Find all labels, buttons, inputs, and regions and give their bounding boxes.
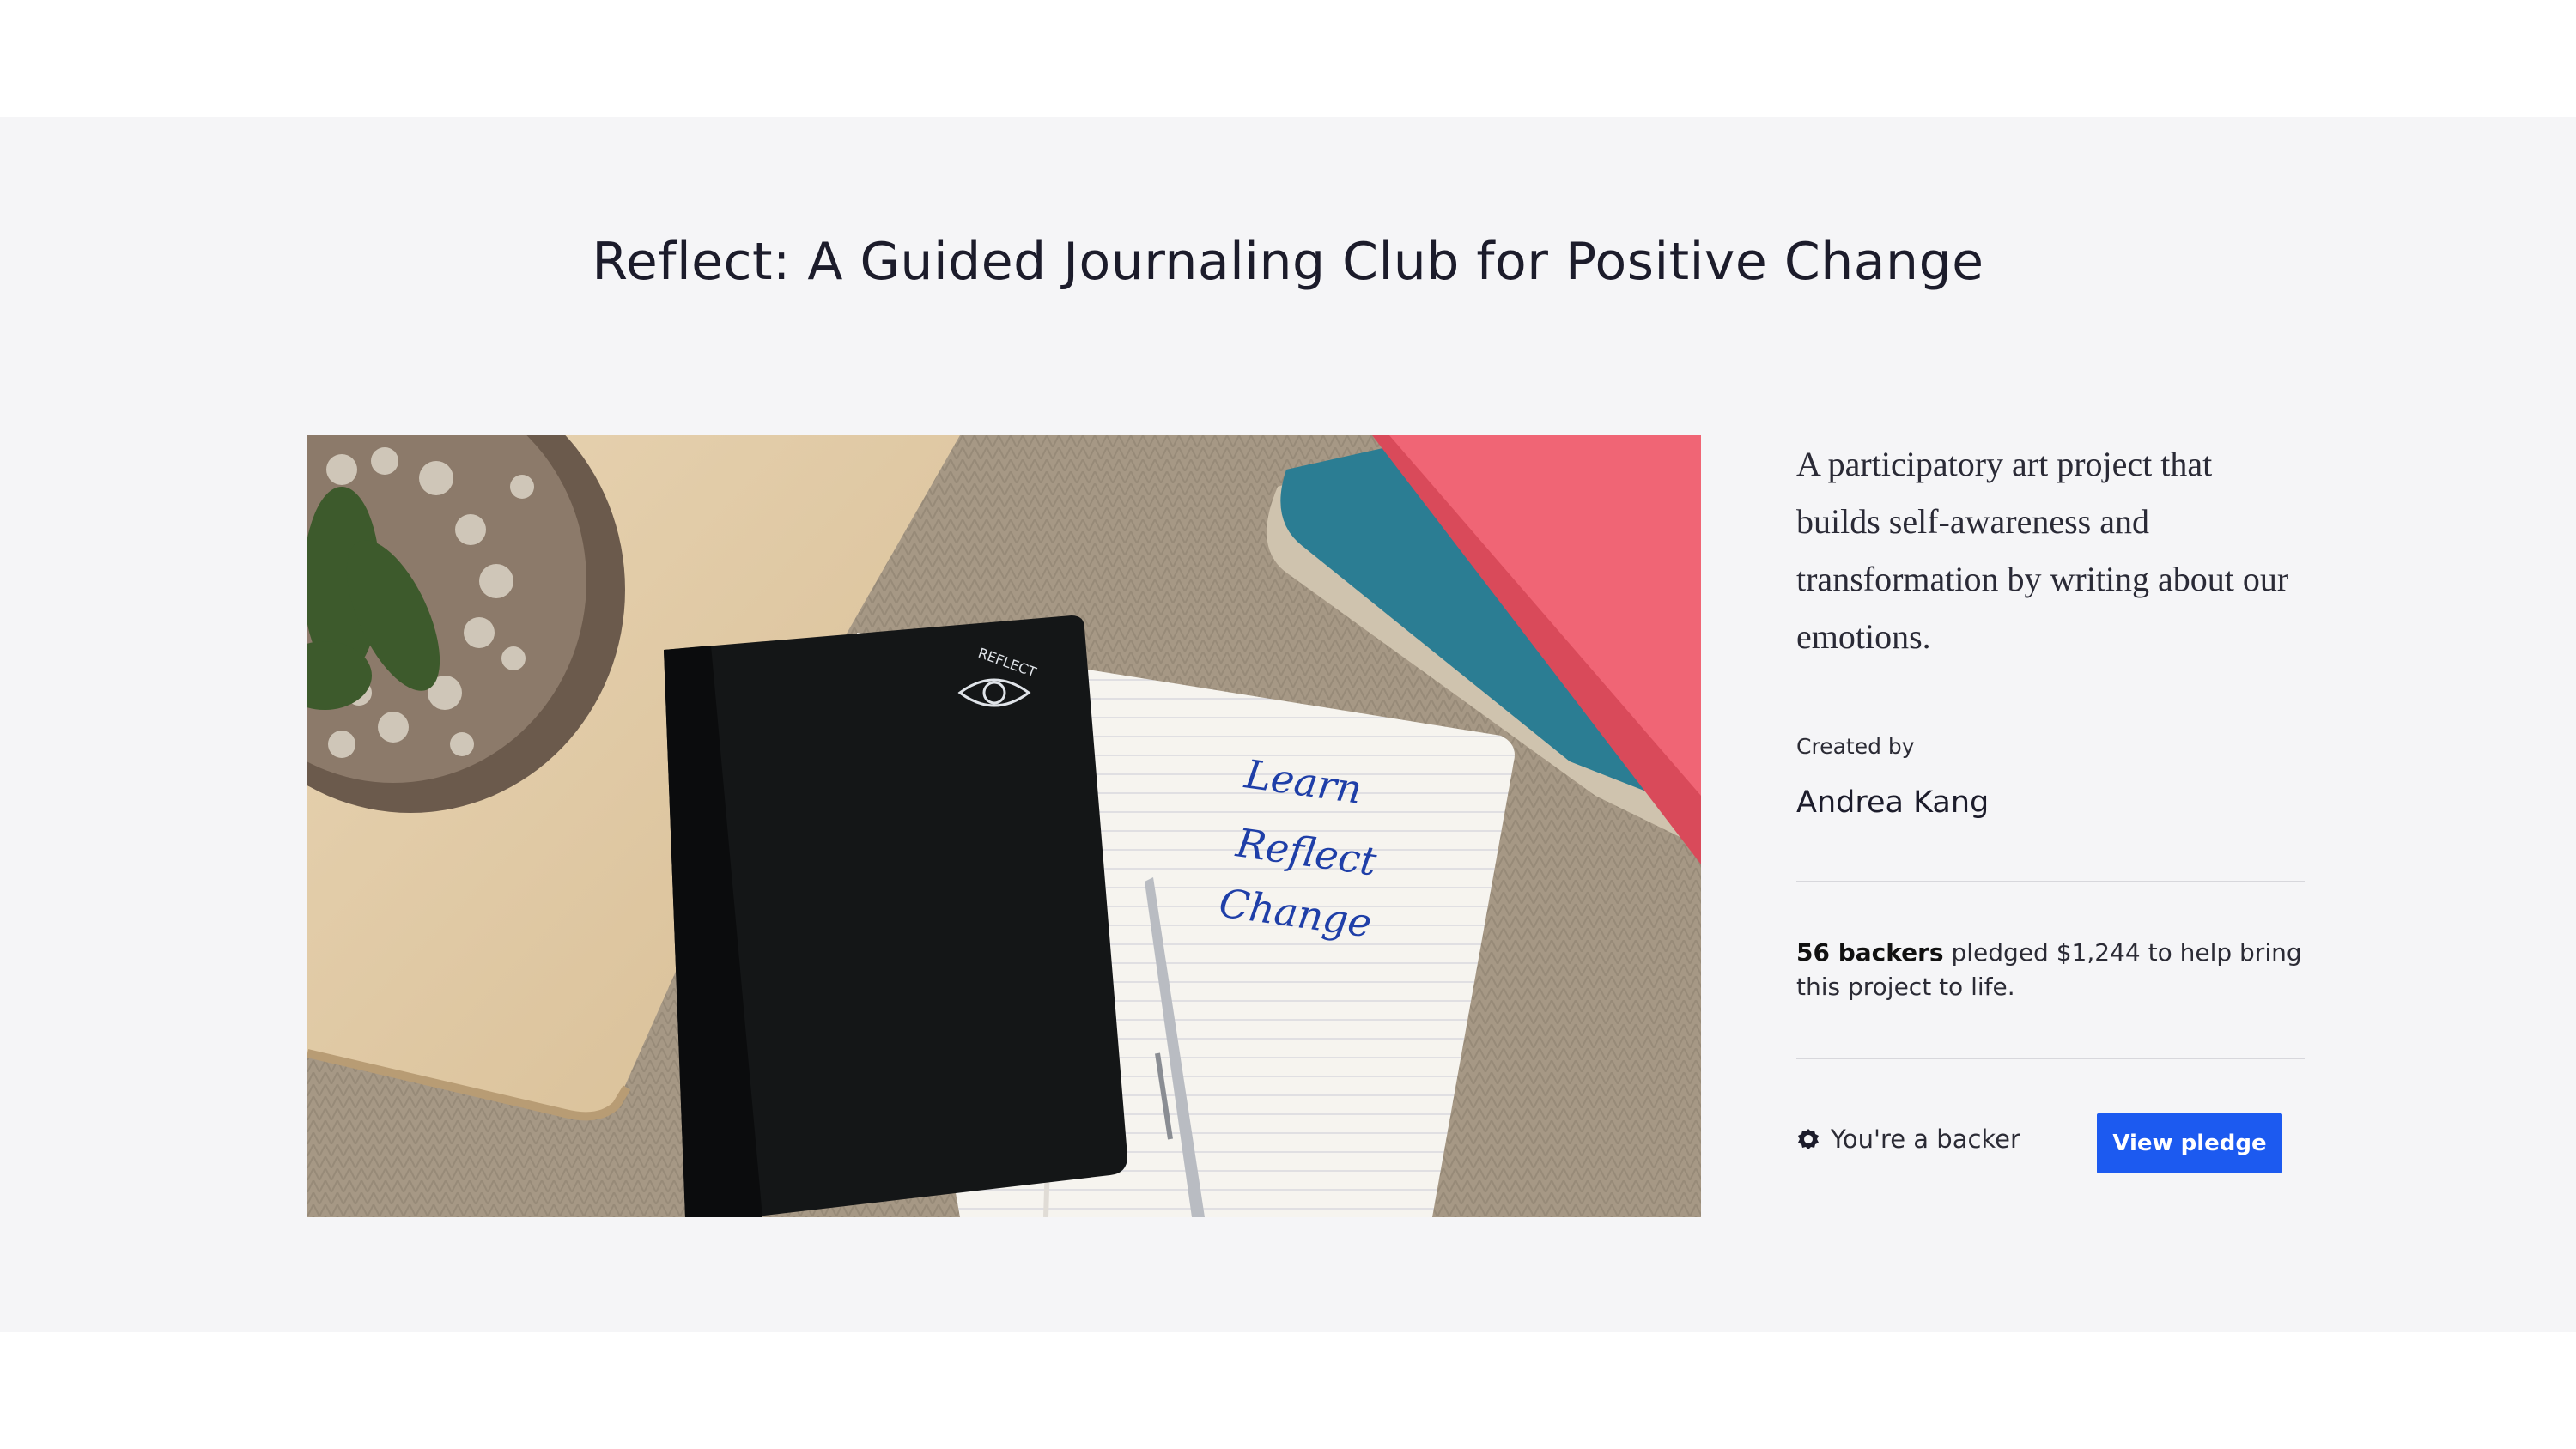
divider (1796, 1058, 2305, 1059)
project-title: Reflect: A Guided Journaling Club for Po… (592, 232, 1984, 292)
view-pledge-button[interactable]: View pledge (2097, 1113, 2282, 1173)
divider (1796, 881, 2305, 882)
gear-icon (1798, 1129, 1819, 1149)
backers-count: 56 backers (1796, 938, 1944, 967)
backer-status: You're a backer (1796, 1125, 2020, 1154)
created-by-label: Created by (1796, 734, 1915, 759)
funding-summary: 56 backers pledged $1,244 to help bring … (1796, 936, 2305, 1004)
project-hero-image[interactable]: Learn Reflect Change REFLECT (307, 435, 1701, 1217)
project-blurb: A participatory art project that builds … (1796, 445, 2289, 656)
hero-photo: Learn Reflect Change REFLECT (307, 435, 1701, 1217)
backer-status-text: You're a backer (1831, 1125, 2020, 1154)
creator-name-link[interactable]: Andrea Kang (1796, 785, 1989, 820)
project-summary: A participatory art project that builds … (1796, 435, 2305, 1173)
